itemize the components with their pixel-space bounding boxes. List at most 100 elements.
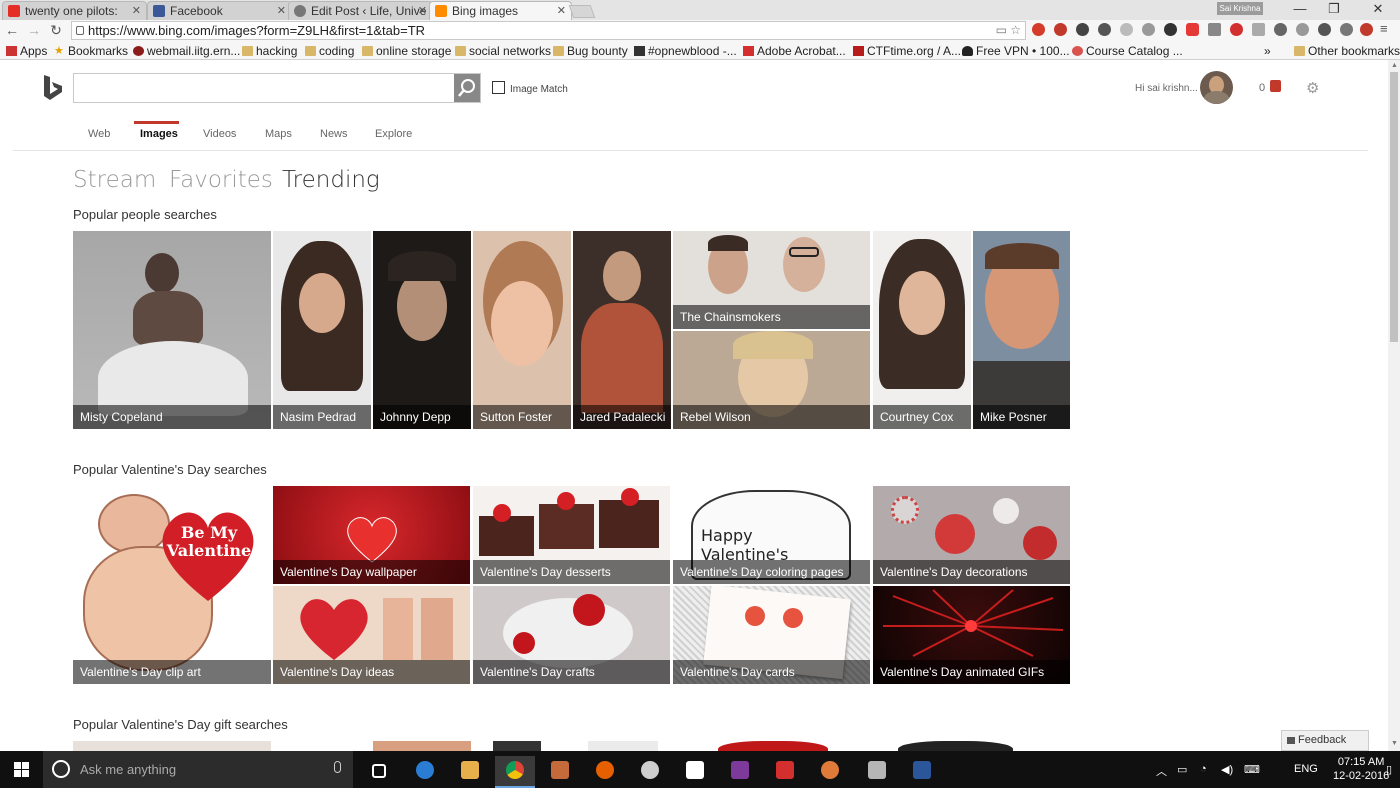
tile-valentines-decorations[interactable]: Valentine's Day decorations <box>873 486 1070 584</box>
keyboard-icon[interactable]: ⌨ <box>1244 763 1260 776</box>
cloud-extension-icon[interactable] <box>1340 23 1353 36</box>
settings-gear-icon[interactable]: ⚙ <box>1306 79 1319 97</box>
store-icon[interactable] <box>675 756 715 788</box>
scope-maps[interactable]: Maps <box>265 128 292 140</box>
eagle-icon[interactable] <box>630 756 670 788</box>
tile-courtney-cox[interactable]: Courtney Cox <box>873 231 971 429</box>
rewards-count[interactable]: 0 <box>1259 82 1265 94</box>
back-icon[interactable]: ← <box>4 22 20 38</box>
acrobat-icon[interactable] <box>765 756 805 788</box>
bookmark-free-vpn[interactable]: Free VPN • 100... <box>962 44 1070 58</box>
app-icon[interactable] <box>540 756 580 788</box>
scroll-up-icon[interactable]: ▲ <box>1391 62 1398 69</box>
scope-explore[interactable]: Explore <box>375 128 412 140</box>
notification-extension-icon[interactable] <box>1360 23 1373 36</box>
tile-gift-4[interactable] <box>588 741 658 751</box>
tab-close-icon[interactable]: ✕ <box>418 4 427 17</box>
tile-gift-3[interactable] <box>493 741 541 751</box>
page-scrollbar[interactable]: ▲ ▼ <box>1388 60 1400 751</box>
browser-tab-youtube[interactable]: twenty one pilots: ✕ <box>2 1 147 20</box>
windows-start-icon[interactable] <box>14 762 29 777</box>
tile-mike-posner[interactable]: Mike Posner <box>973 231 1070 429</box>
wifi-icon[interactable]: ◔ <box>1200 763 1207 775</box>
tile-valentines-ideas[interactable]: Valentine's Day ideas <box>273 586 470 684</box>
tile-valentines-wallpaper[interactable]: Valentine's Day wallpaper <box>273 486 470 584</box>
calendar-icon[interactable] <box>857 756 897 788</box>
user-greeting[interactable]: Hi sai krishn... <box>1135 83 1198 94</box>
scope-videos[interactable]: Videos <box>203 128 236 140</box>
scope-news[interactable]: News <box>320 128 348 140</box>
subtab-stream[interactable]: Stream <box>73 167 156 193</box>
search-input[interactable] <box>73 73 481 103</box>
tile-valentines-clip-art[interactable]: Be My Valentine Valentine's Day clip art <box>73 486 271 684</box>
video-extension-icon[interactable] <box>1208 23 1221 36</box>
globe-extension-icon[interactable] <box>1274 23 1287 36</box>
language-indicator[interactable]: ENG <box>1294 763 1318 775</box>
dark-extension-icon[interactable] <box>1164 23 1177 36</box>
task-view-icon[interactable] <box>359 756 399 788</box>
bookmark-other-bookmarks[interactable]: Other bookmarks <box>1294 44 1400 58</box>
browser-tab-wordpress[interactable]: Edit Post ‹ Life, Unive ✕ <box>288 1 433 20</box>
chrome-menu-icon[interactable]: ≡ <box>1380 21 1388 36</box>
cut-extension-icon[interactable] <box>1098 23 1111 36</box>
tile-valentines-desserts[interactable]: Valentine's Day desserts <box>473 486 670 584</box>
window-extension-icon[interactable] <box>1318 23 1331 36</box>
tab-close-icon[interactable]: ✕ <box>557 4 566 17</box>
tile-misty-copeland[interactable]: Misty Copeland <box>73 231 271 429</box>
tile-valentines-coloring-pages[interactable]: Happy Valentine's Valentine's Day colori… <box>673 486 870 584</box>
bookmark-star-icon[interactable]: ▭ ☆ <box>996 23 1021 37</box>
adblock-plus-icon[interactable] <box>1230 23 1243 36</box>
tile-gift-6[interactable] <box>898 741 1013 751</box>
battery-icon[interactable]: ▭ <box>1177 763 1187 776</box>
firefox-icon[interactable] <box>585 756 625 788</box>
bookmark-opnewblood[interactable]: #opnewblood -... <box>634 44 737 58</box>
scope-web[interactable]: Web <box>88 128 110 140</box>
onenote-icon[interactable] <box>720 756 760 788</box>
show-hidden-icons[interactable]: ︿ <box>1156 763 1167 779</box>
bookmark-coding[interactable]: coding <box>305 44 354 58</box>
tile-gift-2[interactable] <box>373 741 471 751</box>
bookmark-webmail[interactable]: webmail.iitg.ern... <box>133 44 240 58</box>
browser-tab-bing-images[interactable]: Bing images ✕ <box>429 1 572 20</box>
tile-valentines-crafts[interactable]: Valentine's Day crafts <box>473 586 670 684</box>
bookmark-ctftime[interactable]: CTFtime.org / A... <box>853 44 961 58</box>
bookmarks-overflow-button[interactable]: » <box>1264 44 1271 58</box>
subtab-trending[interactable]: Trending <box>282 167 380 193</box>
tile-gift-5[interactable] <box>718 741 828 751</box>
minimize-icon[interactable]: — <box>1283 0 1317 20</box>
search-button[interactable] <box>454 74 480 102</box>
tab-close-icon[interactable]: ✕ <box>277 4 286 17</box>
media-icon[interactable] <box>810 756 850 788</box>
edge-icon[interactable] <box>405 756 445 788</box>
action-center-icon[interactable]: ▯ <box>1386 763 1392 776</box>
file-explorer-icon[interactable] <box>450 756 490 788</box>
bookmark-bookmarks[interactable]: ★ Bookmarks <box>54 44 128 58</box>
close-window-icon[interactable]: ✕ <box>1361 0 1395 20</box>
opera-extension-icon[interactable] <box>1032 23 1045 36</box>
tile-sutton-foster[interactable]: Sutton Foster <box>473 231 571 429</box>
scope-images[interactable]: Images <box>140 128 178 140</box>
rewards-icon[interactable] <box>1270 80 1281 92</box>
image-match-button[interactable]: Image Match <box>492 81 568 95</box>
tile-gift-1[interactable] <box>73 741 271 751</box>
flash-extension-icon[interactable] <box>1076 23 1089 36</box>
tile-nasim-pedrad[interactable]: Nasim Pedrad <box>273 231 371 429</box>
bookmark-adobe-acrobat[interactable]: Adobe Acrobat... <box>743 44 846 58</box>
tile-valentines-cards[interactable]: Valentine's Day cards <box>673 586 870 684</box>
page-info-icon[interactable] <box>76 26 84 35</box>
maximize-icon[interactable]: ❐ <box>1317 0 1351 20</box>
tile-valentines-animated-gifs[interactable]: Valentine's Day animated GIFs <box>873 586 1070 684</box>
tile-johnny-depp[interactable]: Johnny Depp <box>373 231 471 429</box>
scroll-down-icon[interactable]: ▼ <box>1391 740 1398 747</box>
new-tab-button[interactable] <box>568 5 596 18</box>
bookmark-social-networks[interactable]: social networks <box>455 44 551 58</box>
bookmark-hacking[interactable]: hacking <box>242 44 297 58</box>
bookmark-course-catalog[interactable]: Course Catalog ... <box>1072 44 1183 58</box>
pocket-extension-icon[interactable] <box>1054 23 1067 36</box>
address-bar[interactable]: https://www.bing.com/images?form=Z9LH&fi… <box>71 21 1026 40</box>
reload-icon[interactable]: ↻ <box>48 22 64 38</box>
microphone-icon[interactable] <box>334 761 341 773</box>
avatar[interactable] <box>1200 71 1233 104</box>
browser-tab-facebook[interactable]: Facebook ✕ <box>147 1 292 20</box>
scrollbar-thumb[interactable] <box>1390 72 1398 342</box>
